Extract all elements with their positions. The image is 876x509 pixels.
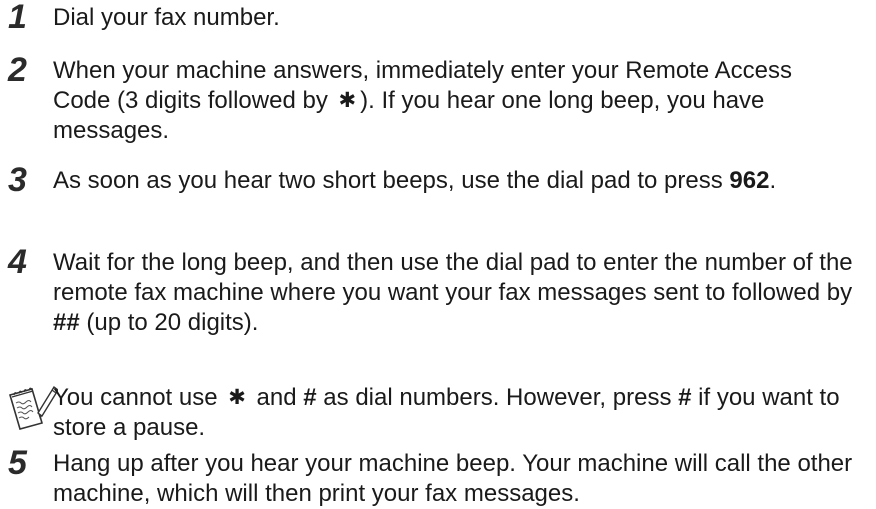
step-4-text: Wait for the long beep, and then use the… [53,249,853,306]
step-number: 3 [8,161,27,199]
star-key-icon: ✱ [228,385,246,409]
note-part-3: as dial numbers. However, press [323,384,672,411]
step-text: Dial your fax number. [53,3,853,33]
step-number: 5 [8,444,27,482]
step-3-code: 962 [729,167,770,194]
document-page: 1 Dial your fax number. 2 When your mach… [0,0,876,509]
note-pad-pencil-icon [2,383,59,435]
step-text: Wait for the long beep, and then use the… [53,248,853,338]
step-text: When your machine answers, immediately e… [53,56,853,146]
note-hash-2: # [678,384,692,411]
step-text: Hang up after you hear your machine beep… [53,449,853,509]
step-text: As soon as you hear two short beeps, use… [53,166,853,196]
step-1-text: Dial your fax number. [53,4,280,31]
step-5-text: Hang up after you hear your machine beep… [53,450,853,507]
step-number: 2 [8,51,27,89]
note-part-1: You cannot use [53,384,218,411]
step-4-code: ## [53,309,80,336]
step-3-text-end: . [769,167,777,194]
star-key-icon: ✱ [338,88,357,112]
note-text: You cannot use ✱ and # as dial numbers. … [53,383,853,443]
note-part-2: and [256,384,297,411]
note-hash-1: # [303,384,317,411]
step-number: 1 [8,0,27,36]
step-3-text: As soon as you hear two short beeps, use… [53,167,723,194]
step-number: 4 [8,243,27,281]
step-4-text-end: (up to 20 digits). [86,309,259,336]
